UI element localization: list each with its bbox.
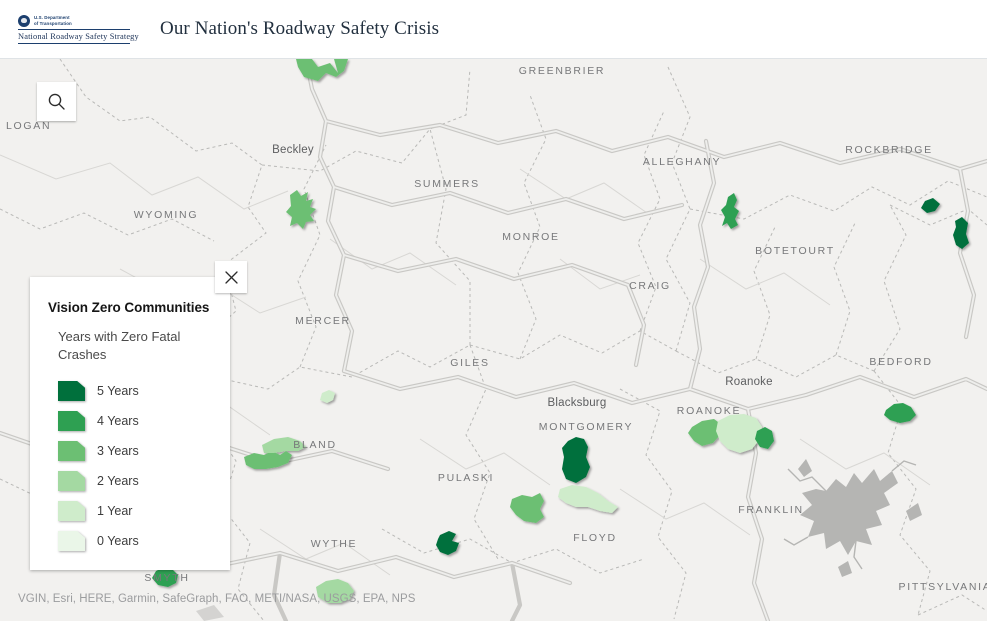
map-attribution: VGIN, Esri, HERE, Garmin, SafeGraph, FAO… (18, 593, 416, 605)
county-label-roanoke: ROANOKE (677, 405, 741, 417)
community-blacksburg[interactable] (562, 437, 590, 483)
legend-item-1-year[interactable]: 1 Year (58, 496, 214, 526)
legend-close-button[interactable] (215, 261, 247, 293)
county-label-monroe: MONROE (502, 231, 559, 243)
logo-department-text: U.S. Department of Transportation (34, 15, 72, 26)
county-label-wyoming: WYOMING (134, 209, 198, 221)
county-label-rockbridge: ROCKBRIDGE (845, 144, 933, 156)
county-label-greenbrier: GREENBRIER (519, 65, 605, 77)
logo-top-row: U.S. Department of Transportation (18, 14, 130, 29)
city-label-beckley: Beckley (272, 144, 314, 156)
county-label-franklin: FRANKLIN (738, 504, 804, 516)
county-label-mercer: MERCER (295, 315, 351, 327)
legend-item-3-years[interactable]: 3 Years (58, 436, 214, 466)
app-root: U.S. Department of Transportation Nation… (0, 0, 987, 621)
logo-divider-bottom (18, 42, 130, 44)
county-label-logan: LOGAN (6, 120, 51, 132)
county-label-pittsylvania: PITTSYLVANIA (899, 581, 987, 593)
county-label-craig: CRAIG (629, 280, 671, 292)
legend-swatch-polygon-icon (58, 501, 85, 521)
county-label-wythe: WYTHE (311, 538, 357, 550)
logo-department-line2: of Transportation (34, 20, 72, 26)
dot-seal-icon (18, 14, 30, 27)
county-label-bedford: BEDFORD (869, 356, 932, 368)
legend-label: 4 Years (97, 414, 139, 428)
legend-item-2-years[interactable]: 2 Years (58, 466, 214, 496)
logo-department-line1: U.S. Department (34, 15, 70, 21)
legend-label: 3 Years (97, 444, 139, 458)
legend-label: 1 Year (97, 504, 133, 518)
legend-subtitle: Years with Zero Fatal Crashes (58, 329, 181, 362)
dot-logo[interactable]: U.S. Department of Transportation Nation… (18, 14, 139, 44)
site-header: U.S. Department of Transportation Nation… (0, 0, 987, 59)
logo-strategy-text: National Roadway Safety Strategy (18, 31, 139, 41)
county-label-pulaski: PULASKI (438, 472, 494, 484)
legend-items-list: 5 Years 4 Years 3 Years 2 Years 1 Year 0… (58, 376, 214, 556)
legend-item-0-years[interactable]: 0 Years (58, 526, 214, 556)
legend-panel: Vision Zero Communities Years with Zero … (30, 277, 230, 570)
legend-item-5-years[interactable]: 5 Years (58, 376, 214, 406)
search-button[interactable] (37, 82, 76, 121)
county-label-alleghany: ALLEGHANY (643, 156, 721, 168)
county-label-smyth: SMYTH (144, 572, 189, 584)
legend-swatch-polygon-icon (58, 531, 85, 551)
legend-title: Vision Zero Communities (48, 300, 210, 315)
legend-item-4-years[interactable]: 4 Years (58, 406, 214, 436)
county-label-floyd: FLOYD (573, 532, 617, 544)
county-label-botetourt: BOTETOURT (755, 245, 835, 257)
legend-label: 5 Years (97, 384, 139, 398)
county-label-giles: GILES (450, 357, 489, 369)
close-icon (224, 270, 238, 284)
page-title: Our Nation's Roadway Safety Crisis (160, 18, 440, 39)
legend-swatch-polygon-icon (58, 381, 85, 401)
county-label-summers: SUMMERS (414, 178, 480, 190)
legend-swatch-polygon-icon (58, 411, 85, 431)
legend-label: 2 Years (97, 474, 139, 488)
legend-swatch-polygon-icon (58, 441, 85, 461)
city-label-blacksburg: Blacksburg (548, 397, 607, 409)
search-icon (48, 93, 65, 110)
city-label-roanoke: Roanoke (725, 376, 772, 388)
legend-swatch-polygon-icon (58, 471, 85, 491)
county-label-bland: BLAND (293, 439, 337, 451)
legend-label: 0 Years (97, 534, 139, 548)
county-label-montgomery: MONTGOMERY (539, 421, 633, 433)
